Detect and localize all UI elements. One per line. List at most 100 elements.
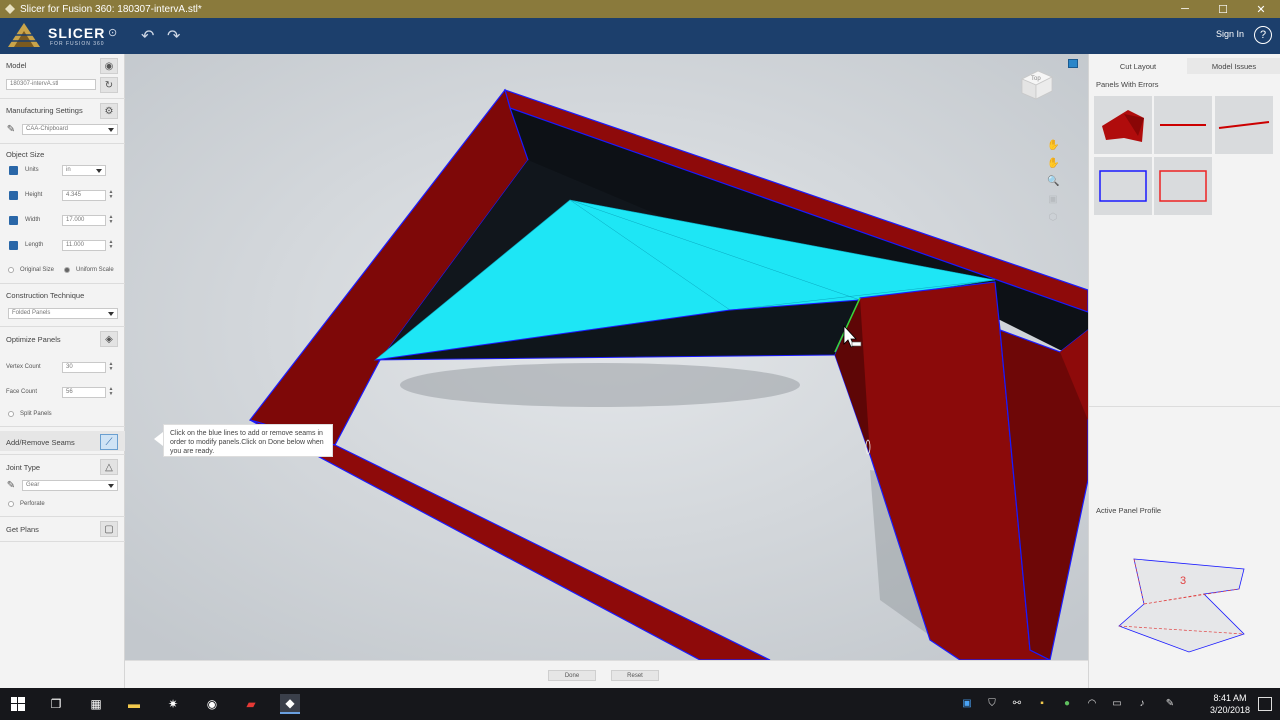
units-icon [9, 166, 18, 175]
manufacturing-settings-label: Manufacturing Settings [6, 106, 83, 115]
length-label: Length [25, 242, 44, 248]
app-window: Slicer for Fusion 360: 180307-intervA.st… [0, 0, 1280, 720]
tab-model-issues[interactable]: Model Issues [1187, 58, 1280, 74]
height-input[interactable]: 4.345 [62, 190, 106, 201]
file-explorer-icon[interactable]: ▬ [124, 694, 144, 714]
optimize-panels-label: Optimize Panels [6, 335, 61, 344]
width-stepper[interactable]: ▲ ▼ [108, 215, 114, 226]
seams-tool-icon[interactable]: ⟋ [100, 434, 118, 450]
error-panel-thumb[interactable] [1094, 96, 1152, 154]
help-button[interactable]: ? [1254, 26, 1272, 44]
edit-pencil-icon[interactable]: ✎ [4, 123, 18, 136]
shield-icon[interactable]: ⛉ [985, 698, 999, 710]
vertex-stepper[interactable]: ▲ ▼ [108, 362, 114, 373]
undo-icon[interactable]: ↶ [141, 26, 161, 46]
pen-icon[interactable]: ✎ [1163, 698, 1177, 710]
gear-icon[interactable]: ⚙ [100, 103, 118, 119]
minimize-button[interactable]: ─ [1166, 0, 1204, 18]
seams-help-tooltip: Click on the blue lines to add or remove… [163, 424, 333, 457]
units-value: in [66, 167, 71, 173]
tray-app-icon[interactable]: ⚯ [1010, 698, 1024, 710]
object-size-label: Object Size [6, 150, 45, 159]
face-stepper[interactable]: ▲ ▼ [108, 387, 114, 398]
reset-button[interactable]: Reset [611, 670, 659, 681]
app-toolbar: SLICER FOR FUSION 360 ⊙ ↶ ↷ Sign In ? [0, 18, 1280, 54]
height-label: Height [25, 192, 43, 198]
battery-icon[interactable]: ▭ [1110, 698, 1124, 710]
active-panel-profile-view: 3 [1118, 558, 1245, 653]
split-panels-checkbox[interactable] [8, 411, 14, 417]
error-panel-thumb[interactable] [1154, 96, 1212, 154]
orbit-icon[interactable]: ✋ [1047, 140, 1059, 152]
tray-app-icon[interactable]: ▪ [1035, 698, 1049, 710]
vertex-count-label: Vertex Count [6, 364, 41, 370]
length-input[interactable]: 11.000 [62, 240, 106, 251]
optimize-panels-icon[interactable]: ◈ [100, 331, 118, 347]
reload-icon[interactable]: ↻ [100, 77, 118, 93]
visibility-eye-icon[interactable]: ◉ [100, 58, 118, 74]
chevron-down-icon [96, 169, 102, 173]
done-button[interactable]: Done [548, 670, 596, 681]
tab-cut-layout[interactable]: Cut Layout [1089, 58, 1187, 74]
original-size-radio[interactable] [8, 267, 14, 273]
construction-value: Folded Panels [12, 310, 51, 316]
3d-viewport[interactable]: Click on the blue lines to add or remove… [125, 54, 1088, 660]
slicer-taskbar-icon[interactable]: ◆ [280, 694, 300, 714]
app-taskbar-icon[interactable]: ◉ [202, 694, 222, 714]
acrobat-icon[interactable]: ▰ [241, 694, 261, 714]
material-dropdown[interactable]: CAA-Chipboard [22, 124, 118, 135]
joint-type-dropdown[interactable]: Gear [22, 480, 118, 491]
face-count-input[interactable]: 56 [62, 387, 106, 398]
vertex-count-input[interactable]: 30 [62, 362, 106, 373]
model-render[interactable] [125, 54, 1088, 660]
viewcube-label: Top [1031, 76, 1041, 82]
app-taskbar-icon[interactable]: ✷ [163, 694, 183, 714]
chevron-down-icon [108, 484, 114, 488]
window-title: Slicer for Fusion 360: 180307-intervA.st… [20, 3, 202, 15]
perforate-label: Perforate [20, 501, 45, 507]
error-panel-thumb[interactable] [1215, 96, 1273, 154]
sign-in-link[interactable]: Sign In [1216, 29, 1244, 39]
width-input[interactable]: 17.000 [62, 215, 106, 226]
close-button[interactable]: ✕ [1242, 0, 1280, 18]
calculator-icon[interactable]: ▦ [86, 694, 106, 714]
redo-icon[interactable]: ↷ [167, 26, 187, 46]
active-panel-profile-label: Active Panel Profile [1096, 506, 1162, 515]
maximize-button[interactable]: ☐ [1204, 0, 1242, 18]
notification-icon[interactable] [1258, 697, 1272, 711]
volume-icon[interactable]: ♪ [1135, 698, 1149, 710]
model-file-field[interactable]: 180307-intervA.stl [6, 79, 96, 90]
joint-type-value: Gear [26, 482, 40, 488]
edit-pencil-icon[interactable]: ✎ [4, 479, 18, 492]
uniform-scale-radio[interactable] [64, 267, 70, 273]
construction-dropdown[interactable]: Folded Panels [8, 308, 118, 319]
height-stepper[interactable]: ▲ ▼ [108, 190, 114, 201]
fit-icon[interactable]: ▣ [1047, 194, 1059, 206]
length-icon [9, 241, 18, 250]
slicer-logo-icon [8, 23, 40, 47]
slicer-logo: SLICER FOR FUSION 360 [6, 21, 116, 51]
tray-app-icon[interactable]: ▣ [960, 698, 974, 710]
view-cube[interactable]: Top [1018, 67, 1054, 103]
system-clock[interactable]: 8:41 AM 3/20/2018 [1210, 692, 1250, 716]
task-view-icon[interactable]: ❐ [46, 694, 66, 714]
home-icon[interactable]: ⬡ [1047, 212, 1059, 224]
original-size-label: Original Size [20, 267, 55, 273]
settings-icon[interactable]: ⊙ [108, 26, 128, 46]
units-dropdown[interactable]: in [62, 165, 106, 176]
wifi-icon[interactable]: ◠ [1085, 698, 1099, 710]
joint-type-icon[interactable]: △ [100, 459, 118, 475]
length-stepper[interactable]: ▲ ▼ [108, 240, 114, 251]
zoom-icon[interactable]: 🔍 [1047, 176, 1059, 188]
get-plans-icon[interactable]: ▢ [100, 521, 118, 537]
error-panel-thumb[interactable] [1094, 157, 1152, 215]
tooltip-arrow [154, 432, 163, 446]
tray-app-icon[interactable]: ● [1060, 698, 1074, 710]
perforate-checkbox[interactable] [8, 501, 14, 507]
profile-number: 3 [1180, 575, 1186, 587]
pan-icon[interactable]: ✋ [1047, 158, 1059, 170]
panels-with-errors-label: Panels With Errors [1096, 80, 1159, 89]
error-panel-thumb[interactable] [1154, 157, 1212, 215]
windows-start-icon[interactable] [8, 694, 28, 714]
panel-toggle-icon[interactable] [1068, 59, 1078, 68]
